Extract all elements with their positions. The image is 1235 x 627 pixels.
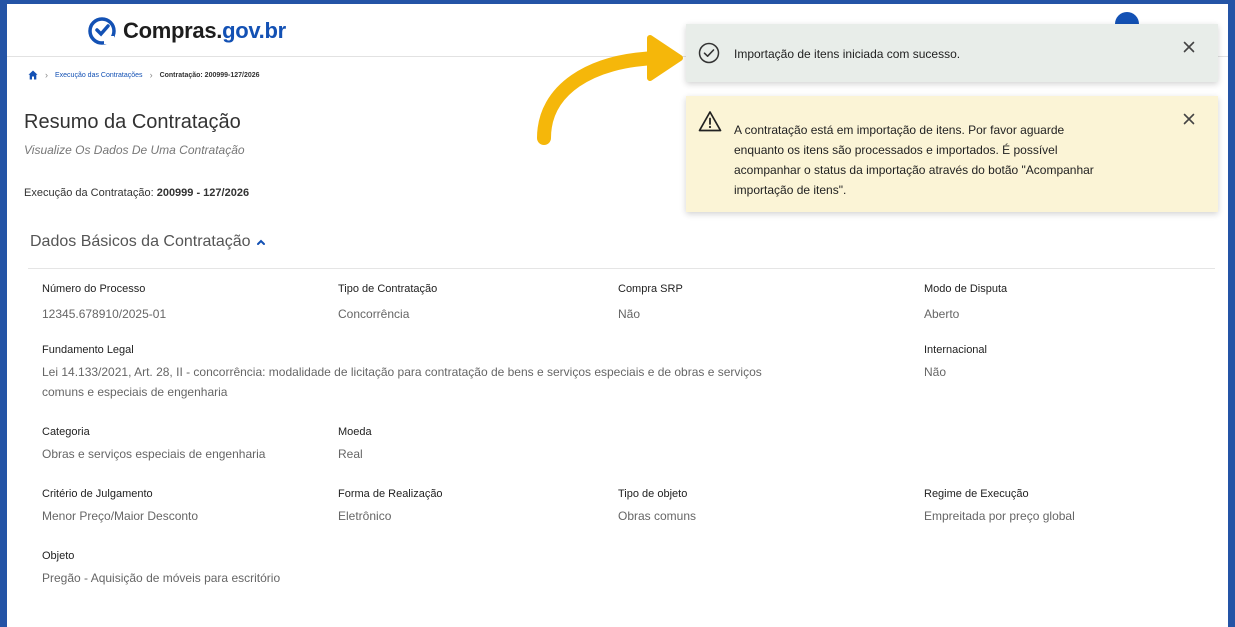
field-moeda: Moeda Real (338, 426, 372, 464)
field-value: Não (618, 307, 641, 321)
field-label: Internacional (924, 344, 987, 356)
close-icon[interactable] (1180, 110, 1198, 128)
check-circle-icon (698, 42, 720, 64)
field-label: Tipo de Contratação (338, 283, 438, 295)
logo-text: Compras.gov.br (123, 18, 286, 44)
field-value: Obras comuns (618, 509, 697, 523)
home-icon[interactable] (28, 70, 38, 80)
breadcrumb: › Execução das Contratações › Contrataçã… (28, 70, 260, 80)
field-objeto: Objeto Pregão - Aquisição de móveis para… (42, 550, 280, 588)
field-value: Lei 14.133/2021, Art. 28, II - concorrên… (42, 362, 892, 402)
breadcrumb-current: Contratação: 200999-127/2026 (159, 71, 260, 79)
chevron-up-icon (256, 239, 265, 245)
field-value: Obras e serviços especiais de engenharia (42, 447, 266, 461)
logo-tld: gov.br (222, 18, 286, 43)
warning-line: A contratação está em importação de iten… (734, 123, 1065, 137)
field-value: Real (338, 447, 363, 461)
field-fundamento-legal: Fundamento Legal Lei 14.133/2021, Art. 2… (42, 344, 892, 402)
warning-triangle-icon (698, 111, 722, 132)
field-label: Forma de Realização (338, 488, 443, 500)
section-divider (28, 268, 1215, 269)
field-value: Empreitada por preço global (924, 509, 1075, 523)
field-value: Menor Preço/Maior Desconto (42, 509, 199, 523)
field-value: Aberto (924, 307, 960, 321)
success-toast: Importação de itens iniciada com sucesso… (686, 24, 1218, 82)
field-label: Critério de Julgamento (42, 488, 153, 500)
field-value: Eletrônico (338, 509, 392, 523)
section-toggle-dados-basicos[interactable]: Dados Básicos da Contratação (30, 233, 267, 251)
field-tipo-objeto: Tipo de objeto Obras comuns (618, 488, 696, 526)
field-label: Moeda (338, 426, 372, 438)
field-value: Concorrência (338, 307, 410, 321)
field-regime-execucao: Regime de Execução Empreitada por preço … (924, 488, 1075, 526)
execucao-value: 200999 - 127/2026 (156, 187, 250, 199)
field-compra-srp: Compra SRP Não (618, 283, 683, 324)
annotation-arrow-icon (537, 35, 683, 145)
field-label: Compra SRP (618, 283, 683, 295)
warning-line: enquanto os itens são processados e impo… (734, 143, 1058, 157)
warning-line: importação de itens". (734, 183, 847, 197)
execucao-label: Execução da Contratação: (24, 187, 154, 199)
field-criterio-julgamento: Critério de Julgamento Menor Preço/Maior… (42, 488, 198, 526)
field-forma-realizacao: Forma de Realização Eletrônico (338, 488, 443, 526)
close-icon[interactable] (1180, 38, 1198, 56)
success-toast-text: Importação de itens iniciada com sucesso… (734, 47, 961, 61)
page-subtitle: Visualize Os Dados De Uma Contratação (24, 143, 245, 157)
warning-toast-text: A contratação está em importação de iten… (734, 120, 1094, 200)
field-label: Fundamento Legal (42, 344, 134, 356)
page-title: Resumo da Contratação (24, 111, 241, 133)
field-internacional: Internacional Não (924, 344, 987, 382)
breadcrumb-link-execucao[interactable]: Execução das Contratações (55, 72, 143, 79)
field-modo-disputa: Modo de Disputa Aberto (924, 283, 1007, 324)
chevron-right-icon: › (149, 70, 153, 80)
warning-toast: A contratação está em importação de iten… (686, 96, 1218, 212)
field-numero-processo: Número do Processo 12345.678910/2025-01 (42, 283, 166, 324)
logo-name: Compras. (123, 18, 223, 43)
field-value: Não (924, 365, 947, 379)
field-label: Número do Processo (42, 283, 146, 295)
field-label: Tipo de objeto (618, 488, 688, 500)
field-label: Objeto (42, 550, 75, 562)
section-title: Dados Básicos da Contratação (30, 233, 251, 250)
execucao-line: Execução da Contratação: 200999 - 127/20… (24, 187, 249, 199)
compras-logo-icon (88, 17, 116, 45)
field-label: Modo de Disputa (924, 283, 1008, 295)
compras-logo[interactable]: Compras.gov.br (87, 16, 286, 46)
field-value-line: comuns e especiais de engenharia (42, 385, 228, 399)
warning-line: acompanhar o status da importação atravé… (734, 163, 1094, 177)
field-value: 12345.678910/2025-01 (42, 307, 167, 321)
field-label: Categoria (42, 426, 90, 438)
field-value: Pregão - Aquisição de móveis para escrit… (42, 571, 281, 585)
field-tipo-contratacao: Tipo de Contratação Concorrência (338, 283, 437, 324)
field-value-line: Lei 14.133/2021, Art. 28, II - concorrên… (42, 365, 762, 379)
field-categoria: Categoria Obras e serviços especiais de … (42, 426, 265, 464)
chevron-right-icon: › (45, 70, 48, 80)
field-label: Regime de Execução (924, 488, 1029, 500)
